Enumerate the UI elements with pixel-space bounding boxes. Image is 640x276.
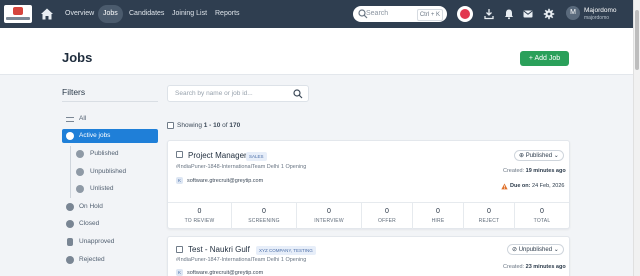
- select-all-checkbox[interactable]: [167, 122, 174, 129]
- status-value: Unpublished: [518, 247, 553, 253]
- bell-icon[interactable]: [503, 8, 515, 20]
- scrollbar-thumb[interactable]: [635, 10, 639, 70]
- add-job-button[interactable]: + Add Job: [520, 51, 569, 66]
- search-icon[interactable]: [293, 89, 303, 99]
- status-value: Published: [525, 153, 553, 159]
- pipeline-stats: 0 TO REVIEW 0 SCREENING 0 INTERVIEW 0 OFFER …: [168, 202, 569, 229]
- job-title[interactable]: Project Manager: [188, 151, 247, 160]
- job-search-placeholder: Search by name or job id...: [175, 90, 253, 97]
- stat-offer[interactable]: 0 OFFER: [362, 203, 413, 229]
- filter-active-jobs[interactable]: Active jobs: [62, 129, 158, 143]
- stat-hire[interactable]: 0 HIRE: [413, 203, 464, 229]
- stat-screening[interactable]: 0 SCREENING: [232, 203, 297, 229]
- globe-icon: ⊕: [519, 153, 525, 159]
- filter-label: All: [79, 115, 87, 122]
- filter-unapproved[interactable]: Unapproved: [62, 235, 158, 249]
- stat-total[interactable]: 0 TOTAL: [515, 203, 569, 229]
- closed-icon: [66, 220, 74, 228]
- gear-icon[interactable]: [543, 8, 555, 20]
- nav-joining-list[interactable]: Joining List: [167, 5, 212, 23]
- recruiter-avatar: K: [176, 269, 183, 276]
- filter-closed[interactable]: Closed: [62, 217, 158, 231]
- nav-overview[interactable]: Overview: [60, 5, 99, 23]
- recruiter-avatar: K: [176, 177, 183, 184]
- job-tag: SALES: [246, 152, 267, 161]
- page-scrollbar[interactable]: [633, 0, 640, 276]
- filter-unlisted[interactable]: Unlisted: [62, 182, 158, 196]
- list-icon: [66, 117, 74, 122]
- filter-label: Published: [90, 150, 119, 157]
- user-role: majordomo: [584, 15, 610, 21]
- status-dropdown[interactable]: ⊘ Unpublished ⌄: [507, 244, 564, 255]
- page-title: Jobs: [62, 50, 93, 65]
- search-placeholder: Search: [366, 10, 389, 17]
- chevron-down-icon: ⌄: [553, 153, 559, 159]
- job-search-input[interactable]: Search by name or job id...: [167, 85, 309, 102]
- nav-candidates[interactable]: Candidates: [124, 5, 169, 23]
- filter-label: Unlisted: [90, 185, 114, 192]
- company-logo[interactable]: [4, 5, 32, 23]
- job-meta: #IndiaPuner-1847-InternationalTeam Delhi…: [176, 257, 307, 263]
- filter-all[interactable]: All: [62, 112, 158, 126]
- mail-icon[interactable]: [522, 8, 534, 20]
- unpublished-icon: ⊘: [512, 247, 518, 253]
- stat-interview[interactable]: 0 INTERVIEW: [297, 203, 362, 229]
- job-card[interactable]: Project Manager SALES #IndiaPuner-1848-I…: [167, 140, 570, 229]
- job-select-checkbox[interactable]: [176, 246, 183, 253]
- download-icon[interactable]: [483, 8, 495, 20]
- filter-label: Rejected: [79, 256, 105, 263]
- home-icon[interactable]: [40, 7, 54, 21]
- recruiter-email: software.gtrecruit@greytip.com: [187, 178, 264, 184]
- job-title[interactable]: Test - Naukri Gulf: [188, 245, 250, 254]
- created-info: Created: 19 minutes ago: [503, 168, 566, 174]
- filter-rejected[interactable]: Rejected: [62, 253, 158, 267]
- filters-divider: [62, 101, 158, 102]
- filters-title: Filters: [62, 87, 86, 97]
- filter-label: Unapproved: [79, 238, 115, 245]
- showing-count: Showing 1 - 10 of 170: [177, 122, 241, 129]
- filter-published[interactable]: Published: [62, 147, 158, 161]
- search-shortcut: Ctrl + K: [416, 9, 443, 21]
- global-search[interactable]: Search Ctrl + K: [353, 6, 447, 22]
- due-info: Due on: 24 Feb, 2026: [510, 183, 565, 189]
- unpublished-icon: [76, 168, 84, 176]
- filter-label: On Hold: [79, 203, 103, 210]
- warning-icon: [501, 183, 508, 190]
- greytip-app-button[interactable]: [457, 6, 473, 22]
- filter-unpublished[interactable]: Unpublished: [62, 165, 158, 179]
- filter-label: Unpublished: [90, 168, 127, 175]
- stat-to-review[interactable]: 0 TO REVIEW: [168, 203, 232, 229]
- nav-reports[interactable]: Reports: [210, 5, 245, 23]
- pause-icon: [66, 203, 74, 211]
- user-name[interactable]: Majordomo: [584, 7, 617, 14]
- unlisted-icon: [76, 185, 84, 193]
- active-icon: [66, 132, 74, 140]
- top-navbar: Overview Jobs Candidates Joining List Re…: [0, 0, 633, 28]
- job-card[interactable]: Test - Naukri Gulf XYZ COMPANY, TESTING …: [167, 236, 570, 276]
- job-meta: #IndiaPuner-1848-InternationalTeam Delhi…: [176, 164, 307, 170]
- rejected-icon: [66, 256, 74, 264]
- filter-label: Closed: [79, 220, 100, 227]
- nav-jobs[interactable]: Jobs: [98, 5, 123, 23]
- recruiter-email: software.gtrecruit@greytip.com: [187, 270, 264, 276]
- hourglass-icon: [67, 238, 73, 246]
- chevron-down-icon: ⌄: [553, 247, 559, 253]
- job-select-checkbox[interactable]: [176, 151, 183, 158]
- status-dropdown[interactable]: ⊕ Published ⌄: [514, 150, 564, 161]
- avatar[interactable]: M: [566, 6, 580, 20]
- globe-icon: [76, 150, 84, 158]
- created-info: Created: 23 minutes ago: [503, 264, 566, 270]
- stat-reject[interactable]: 0 REJECT: [464, 203, 515, 229]
- filter-on-hold[interactable]: On Hold: [62, 200, 158, 214]
- filter-label: Active jobs: [79, 132, 111, 139]
- job-tag: XYZ COMPANY, TESTING: [256, 246, 316, 255]
